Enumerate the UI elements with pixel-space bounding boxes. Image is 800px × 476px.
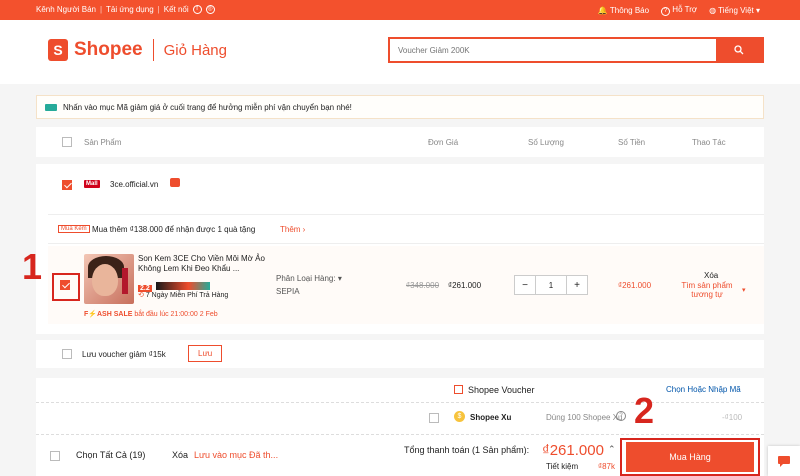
caret-down-icon: ▾: [337, 274, 342, 283]
bell-icon: 🔔: [597, 6, 608, 15]
search-icon: [734, 45, 744, 55]
voucher-checkbox[interactable]: [62, 349, 72, 359]
chat-icon: [778, 456, 790, 467]
brand-name: Shopee: [74, 39, 143, 60]
product-title[interactable]: Son Kem 3CE Cho Viền Môi Mờ Ảo Không Lem…: [138, 254, 268, 274]
column-quantity: Số Lượng: [528, 138, 564, 147]
search-button[interactable]: [716, 39, 762, 61]
divider: [36, 402, 764, 403]
decrease-button[interactable]: −: [514, 275, 536, 295]
increase-button[interactable]: +: [566, 275, 588, 295]
chat-button[interactable]: [768, 446, 800, 476]
xu-checkbox[interactable]: [429, 413, 439, 423]
globe-icon: ◍: [709, 6, 717, 15]
shopee-bag-icon: S: [48, 39, 68, 61]
cart-item: Son Kem 3CE Cho Viền Môi Mờ Ảo Không Lem…: [48, 246, 764, 324]
chevron-down-icon[interactable]: ▾: [742, 286, 746, 294]
shop-name[interactable]: 3ce.official.vn: [110, 180, 158, 189]
flash-sale-info: F⚡ASH SALE bắt đầu lúc 21:00:00 2 Feb: [84, 310, 218, 318]
shopee-voucher-label: Shopee Voucher: [468, 385, 535, 395]
connect-label: Kết nối: [163, 5, 189, 14]
delete-selected-button[interactable]: Xóa: [172, 450, 188, 460]
shop-checkbox[interactable]: [62, 180, 72, 190]
notifications-link[interactable]: 🔔 Thông Báo: [598, 6, 649, 15]
notice-text: Nhấn vào mục Mã giảm giá ở cuối trang để…: [63, 103, 352, 112]
select-all-checkbox[interactable]: [50, 451, 60, 461]
voucher-icon: [454, 385, 463, 394]
shopee-logo[interactable]: S Shopee Giỏ Hàng: [48, 39, 227, 61]
promo-text: Mua thêm ₫138.000 để nhận được 1 quà tặn…: [92, 225, 256, 234]
highlight-box-checkout: [620, 438, 760, 476]
annotation-number-2: 2: [634, 390, 655, 431]
total-label: Tổng thanh toán (1 Sản phẩm):: [404, 445, 530, 455]
save-voucher-button[interactable]: Lưu: [188, 345, 223, 362]
download-app-link[interactable]: Tải ứng dụng: [106, 5, 154, 14]
top-bar: Kênh Người Bán | Tải ứng dụng | Kết nối …: [0, 0, 800, 20]
variant-value: SEPIA: [276, 287, 300, 296]
column-price: Đơn Giá: [428, 138, 459, 147]
mall-badge: Mall: [84, 180, 100, 188]
xu-label: Shopee Xu: [470, 413, 512, 422]
delete-item-button[interactable]: Xóa: [704, 271, 718, 280]
find-similar-link[interactable]: Tìm sản phẩm tương tự: [674, 281, 740, 299]
chat-shop-icon[interactable]: [170, 178, 180, 187]
free-shipping-notice: Nhấn vào mục Mã giảm giá ở cuối trang để…: [36, 95, 764, 119]
chevron-up-icon[interactable]: ⌃: [608, 444, 616, 455]
info-icon[interactable]: ?: [616, 411, 626, 421]
shop-block: Mall 3ce.official.vn Mua Kèm Mua thêm ₫1…: [36, 164, 764, 334]
xu-use-text: Dùng 100 Shopee Xu: [546, 413, 623, 422]
flash-sale-label: F⚡ASH SALE: [84, 311, 133, 318]
cart-column-headers: Sản Phẩm Đơn Giá Số Lượng Số Tiền Thao T…: [36, 127, 764, 157]
campaign-banner: [156, 281, 211, 290]
help-link[interactable]: ? Hỗ Trợ: [661, 5, 697, 16]
header: S Shopee Giỏ Hàng: [0, 20, 800, 84]
question-icon: ?: [661, 7, 671, 16]
variant-selector[interactable]: Phân Loại Hàng: ▾ SEPIA: [276, 274, 342, 296]
highlight-box-checkbox: [52, 273, 80, 301]
product-thumbnail[interactable]: [84, 254, 134, 304]
separator: |: [99, 5, 103, 14]
select-all-checkbox-top[interactable]: [62, 137, 72, 147]
free-return: ⟲ 7 Ngày Miễn Phí Trả Hàng: [138, 292, 229, 299]
facebook-icon[interactable]: f: [192, 5, 202, 14]
instagram-icon[interactable]: ◎: [205, 5, 215, 14]
search-box: [388, 37, 764, 63]
select-all-label[interactable]: Chọn Tất Cả (19): [76, 450, 145, 460]
quantity-stepper: − 1 +: [514, 275, 588, 295]
divider: [152, 39, 154, 61]
return-icon: ⟲: [138, 292, 144, 299]
column-product: Sản Phẩm: [84, 138, 122, 147]
truck-icon: [45, 104, 57, 111]
column-action: Thao Tác: [692, 138, 726, 147]
coin-icon: $: [454, 411, 465, 422]
search-input[interactable]: [390, 39, 710, 61]
shop-voucher-row: Lưu voucher giảm ₫15k Lưu: [36, 340, 764, 368]
move-to-liked-link[interactable]: Lưu vào mục Đã th...: [194, 450, 278, 460]
annotation-number-1: 1: [22, 246, 43, 287]
chevron-down-icon: ▾: [755, 6, 760, 15]
separator: |: [157, 5, 160, 14]
column-total: Số Tiền: [618, 138, 646, 147]
promo-more-link[interactable]: Thêm ›: [280, 225, 305, 234]
language-selector[interactable]: ◍ Tiếng Việt ▾: [709, 6, 760, 15]
voucher-text: Lưu voucher giảm ₫15k: [82, 350, 166, 359]
old-price: ₫348.000: [406, 281, 440, 290]
savings-label: Tiết kiệm: [546, 462, 579, 471]
page-title: Giỏ Hàng: [163, 41, 227, 59]
bundle-badge: Mua Kèm: [58, 225, 90, 233]
promo-bar: Mua Kèm Mua thêm ₫138.000 để nhận được 1…: [48, 214, 764, 244]
item-total: ₫261.000: [618, 281, 652, 290]
seller-channel-link[interactable]: Kênh Người Bán: [36, 5, 96, 14]
choose-voucher-link[interactable]: Chọn Hoặc Nhập Mã: [666, 385, 741, 394]
quantity-input[interactable]: 1: [536, 275, 566, 295]
unit-price: ₫261.000: [448, 281, 482, 290]
savings-value: ₫87k: [598, 462, 616, 471]
total-amount: ₫261.000: [542, 442, 604, 459]
divider: [36, 434, 764, 435]
flash-sale-time: bắt đầu lúc 21:00:00 2 Feb: [134, 311, 218, 318]
xu-value: -₫100: [722, 413, 743, 422]
